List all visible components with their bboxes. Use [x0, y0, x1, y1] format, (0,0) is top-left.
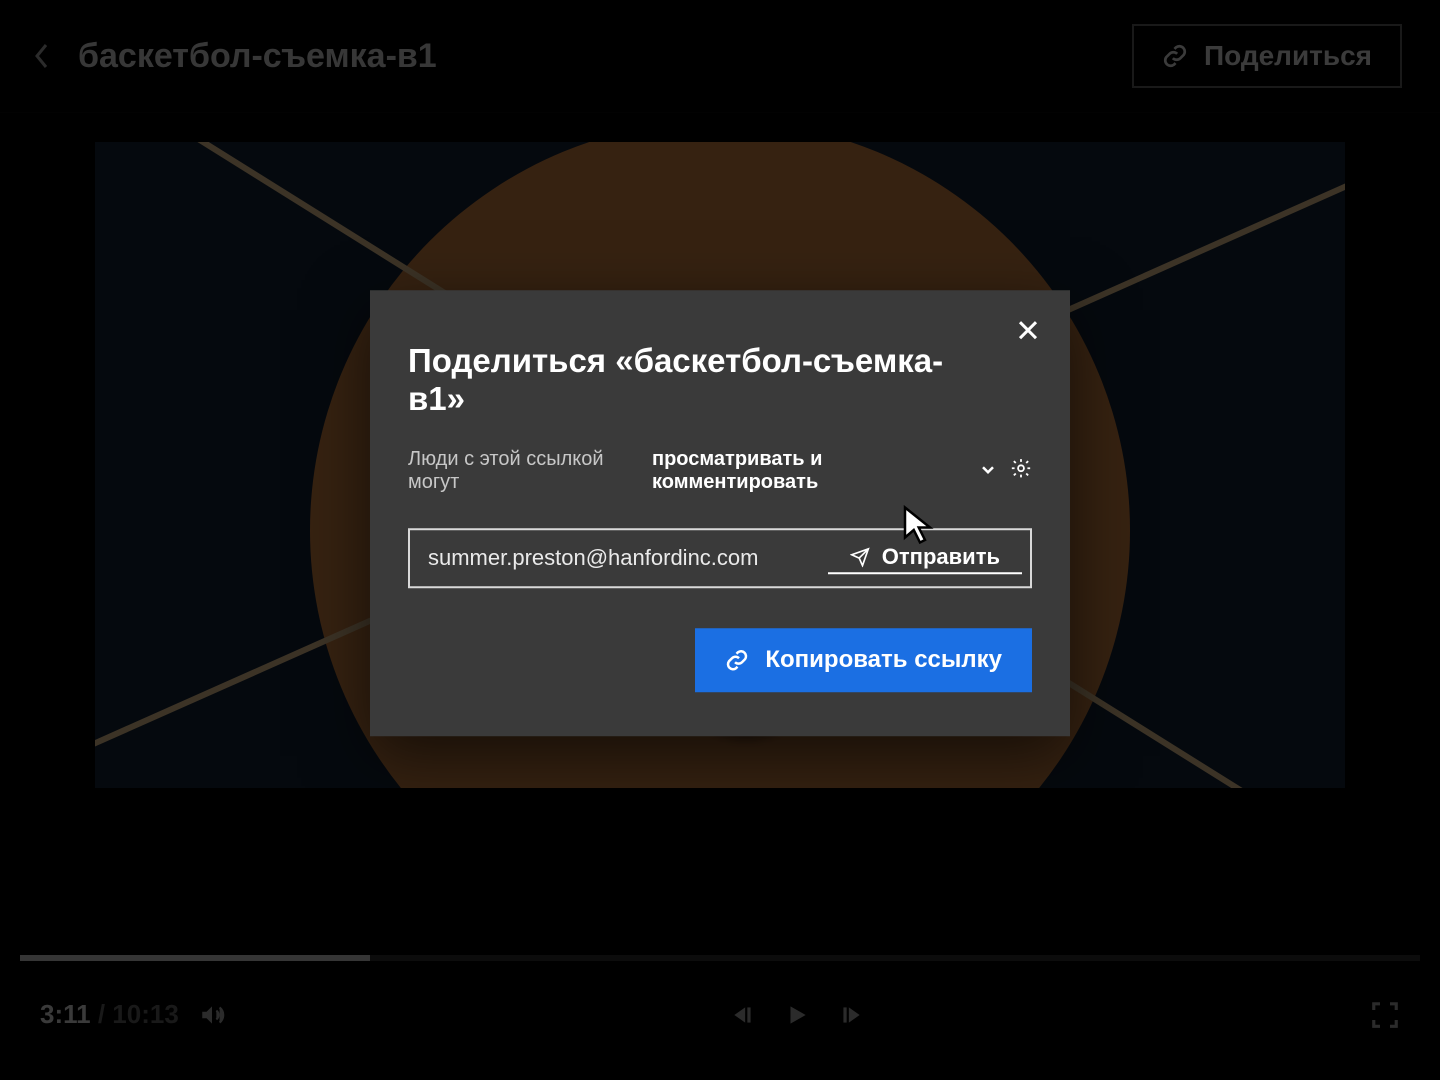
copy-link-label: Копировать ссылку	[765, 646, 1002, 674]
time-separator: /	[98, 999, 112, 1029]
controls-left: 3:11 / 10:13	[40, 999, 225, 1030]
progress-fill	[20, 955, 370, 961]
volume-button[interactable]	[199, 1002, 225, 1028]
page-title: баскетбол-съемка-в1	[78, 37, 437, 76]
email-row: Отправить	[408, 528, 1032, 588]
close-button[interactable]	[1016, 318, 1040, 347]
share-modal: Поделиться «баскетбол-съемка-в1» Люди с …	[370, 290, 1070, 736]
modal-title: Поделиться «баскетбол-съемка-в1»	[408, 342, 1032, 418]
chevron-down-icon	[980, 461, 996, 477]
send-button[interactable]: Отправить	[828, 542, 1022, 574]
topbar-left: баскетбол-съемка-в1	[28, 37, 437, 76]
send-icon	[850, 547, 870, 567]
back-button[interactable]	[28, 42, 56, 70]
next-frame-button[interactable]	[838, 1002, 864, 1028]
controls-center	[730, 1002, 864, 1028]
email-input[interactable]	[410, 530, 828, 586]
permission-dropdown[interactable]: просматривать и комментировать	[652, 448, 972, 494]
link-icon	[725, 648, 749, 672]
play-icon	[784, 1002, 810, 1028]
permission-dropdown-toggle[interactable]	[980, 460, 996, 483]
permission-settings-button[interactable]	[1010, 457, 1032, 485]
permission-row: Люди с этой ссылкой могут просматривать …	[408, 448, 1032, 494]
step-back-icon	[730, 1002, 756, 1028]
gear-icon	[1010, 457, 1032, 479]
controls-row: 3:11 / 10:13	[20, 999, 1420, 1060]
copy-link-button[interactable]: Копировать ссылку	[695, 628, 1032, 692]
share-button-label: Поделиться	[1204, 40, 1372, 72]
step-forward-icon	[838, 1002, 864, 1028]
send-button-label: Отправить	[882, 544, 1000, 570]
progress-bar[interactable]	[20, 955, 1420, 961]
fullscreen-icon	[1370, 1000, 1400, 1030]
time-total: 10:13	[112, 999, 179, 1029]
link-icon	[1162, 43, 1188, 69]
copy-row: Копировать ссылку	[408, 628, 1032, 692]
fullscreen-button[interactable]	[1370, 1000, 1400, 1030]
chevron-left-icon	[33, 42, 51, 70]
topbar: баскетбол-съемка-в1 Поделиться	[0, 0, 1440, 113]
play-button[interactable]	[784, 1002, 810, 1028]
share-button[interactable]: Поделиться	[1132, 24, 1402, 88]
time-elapsed: 3:11	[40, 999, 91, 1029]
close-icon	[1016, 318, 1040, 342]
prev-frame-button[interactable]	[730, 1002, 756, 1028]
player-controls: 3:11 / 10:13	[20, 955, 1420, 1060]
time-display: 3:11 / 10:13	[40, 999, 179, 1030]
controls-right	[1370, 1000, 1400, 1030]
permission-prefix: Люди с этой ссылкой могут	[408, 448, 644, 494]
volume-icon	[199, 1002, 225, 1028]
